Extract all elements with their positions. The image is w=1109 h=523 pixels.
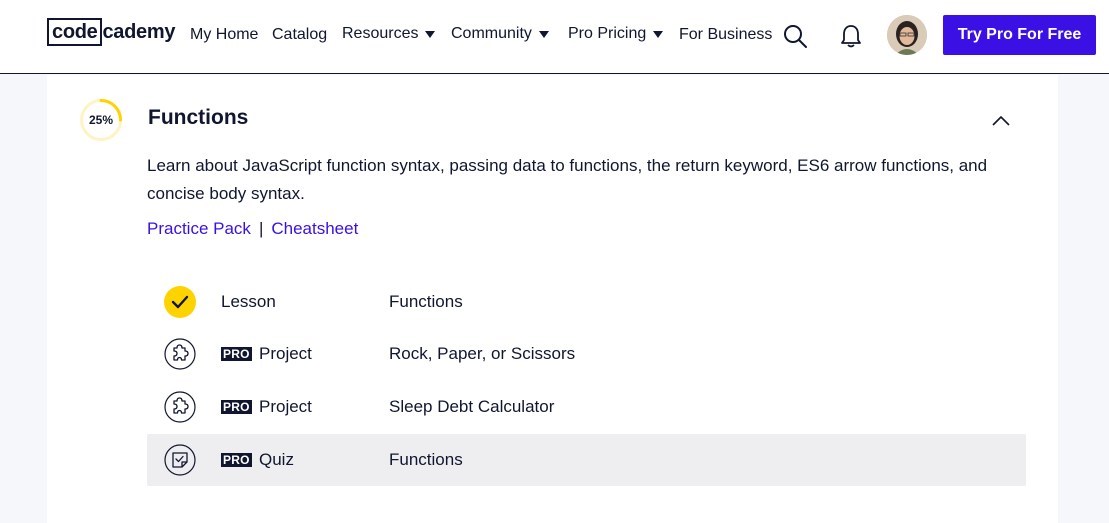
module-links: Practice Pack | Cheatsheet	[147, 217, 358, 241]
chevron-down-icon	[425, 30, 436, 38]
nav-for-business-label: For Business	[679, 26, 773, 43]
check-icon	[164, 286, 196, 318]
progress-percent: 25%	[88, 113, 114, 127]
nav-resources-label: Resources	[342, 25, 419, 42]
nav-resources[interactable]: Resources	[342, 23, 436, 45]
item-name: Sleep Debt Calculator	[389, 397, 555, 416]
bell-icon[interactable]	[840, 23, 862, 49]
puzzle-icon	[164, 391, 196, 423]
item-name: Rock, Paper, or Scissors	[389, 344, 576, 363]
module-description: Learn about JavaScript function syntax, …	[147, 156, 988, 203]
codecademy-logo[interactable]: code cademy	[47, 18, 175, 46]
item-name: Functions	[389, 450, 463, 469]
item-name: Functions	[389, 292, 463, 311]
chevron-down-icon	[653, 30, 664, 38]
list-item[interactable]: PRO Project Rock, Paper, or Scissors	[147, 328, 1026, 380]
item-type: Quiz	[259, 450, 294, 469]
item-type: Project	[259, 397, 312, 416]
item-type: Lesson	[221, 292, 276, 311]
link-separator: |	[258, 219, 264, 238]
try-pro-button[interactable]: Try Pro For Free	[943, 15, 1096, 55]
top-nav: code cademy My Home Catalog Resources Com…	[0, 0, 1109, 74]
pro-badge: PRO	[221, 400, 252, 414]
collapse-chevron-icon[interactable]	[988, 110, 1014, 130]
module-title: Functions	[148, 106, 249, 129]
nav-community[interactable]: Community	[451, 23, 549, 45]
practice-pack-link[interactable]: Practice Pack	[147, 217, 251, 241]
quiz-icon	[164, 444, 196, 476]
nav-my-home[interactable]: My Home	[190, 24, 258, 46]
list-item[interactable]: PRO Project Sleep Debt Calculator	[147, 381, 1026, 433]
logo-cademy-text: cademy	[102, 21, 176, 43]
nav-catalog-label: Catalog	[272, 26, 328, 43]
pro-badge: PRO	[221, 347, 252, 361]
nav-pro-pricing-label: Pro Pricing	[568, 25, 647, 42]
avatar[interactable]	[887, 15, 927, 55]
search-icon[interactable]	[782, 23, 808, 49]
item-type: Project	[259, 344, 312, 363]
puzzle-icon	[164, 338, 196, 370]
cheatsheet-link[interactable]: Cheatsheet	[271, 217, 358, 241]
nav-my-home-label: My Home	[190, 26, 259, 43]
list-item[interactable]: PRO Quiz Functions	[147, 434, 1026, 486]
nav-for-business[interactable]: For Business	[679, 24, 772, 46]
logo-code-box: code	[47, 18, 103, 46]
nav-community-label: Community	[451, 25, 532, 42]
chevron-down-icon	[538, 30, 549, 38]
progress-ring: 25%	[79, 98, 123, 142]
pro-badge: PRO	[221, 453, 252, 467]
nav-pro-pricing[interactable]: Pro Pricing	[568, 23, 664, 45]
list-item[interactable]: Lesson Functions	[147, 276, 1026, 328]
nav-catalog[interactable]: Catalog	[272, 24, 327, 46]
